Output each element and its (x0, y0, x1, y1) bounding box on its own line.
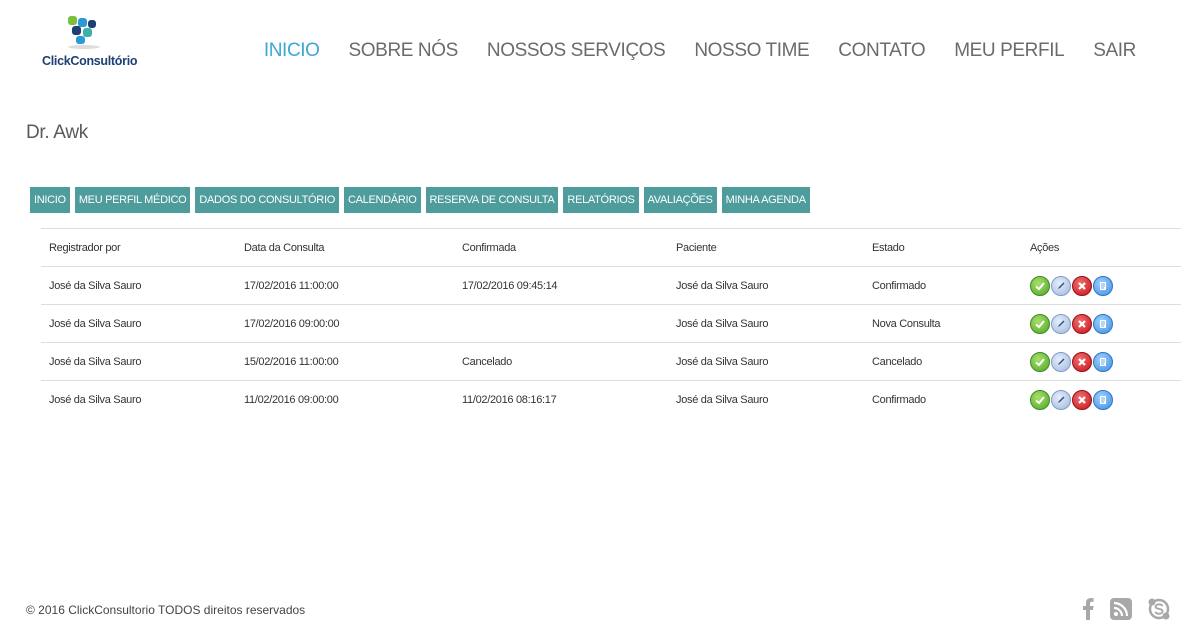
cell-registrador: José da Silva Sauro (41, 266, 236, 305)
cell-registrador: José da Silva Sauro (41, 342, 236, 381)
rss-icon[interactable] (1110, 598, 1132, 620)
cell-actions (1022, 266, 1181, 305)
nav-item-nossos-servicos[interactable]: NOSSOS SERVIÇOS (487, 40, 666, 62)
cell-actions (1022, 304, 1181, 343)
subnav-relatorios[interactable]: RELATÓRIOS (563, 187, 639, 213)
nav-item-nosso-time[interactable]: NOSSO TIME (694, 40, 809, 62)
column-header: Ações (1022, 228, 1181, 267)
table-header-row: Registrador por Data da Consulta Confirm… (41, 228, 1181, 267)
cell-registrador: José da Silva Sauro (41, 380, 236, 418)
nav-item-contato[interactable]: CONTATO (838, 40, 925, 62)
subnav-calendario[interactable]: CALENDÁRIO (343, 187, 421, 213)
main-nav: INICIO SOBRE NÓS NOSSOS SERVIÇOS NOSSO T… (235, 40, 1137, 62)
cell-paciente: José da Silva Sauro (668, 304, 864, 343)
cell-estado: Cancelado (864, 342, 1022, 381)
social-links (1082, 598, 1170, 620)
delete-icon[interactable] (1072, 275, 1092, 296)
column-header: Data da Consulta (236, 228, 454, 267)
cell-data: 11/02/2016 09:00:00 (236, 380, 454, 418)
cell-paciente: José da Silva Sauro (668, 266, 864, 305)
subnav-inicio[interactable]: INICIO (30, 187, 70, 213)
cell-estado: Nova Consulta (864, 304, 1022, 343)
delete-icon[interactable] (1072, 389, 1092, 410)
document-icon[interactable] (1093, 275, 1113, 296)
column-header: Paciente (668, 228, 864, 267)
delete-icon[interactable] (1072, 313, 1092, 334)
subnav-meu-perfil-medico[interactable]: MEU PERFIL MÉDICO (74, 187, 191, 213)
check-icon[interactable] (1030, 313, 1050, 334)
footer-copyright: © 2016 ClickConsultorio TODOS direitos r… (26, 603, 306, 617)
cell-confirmada: 17/02/2016 09:45:14 (454, 266, 668, 305)
table-row: José da Silva Sauro 11/02/2016 09:00:00 … (41, 380, 1181, 418)
facebook-icon[interactable] (1082, 598, 1094, 620)
nav-item-sobre-nos[interactable]: SOBRE NÓS (349, 40, 459, 62)
edit-icon[interactable] (1051, 389, 1071, 410)
check-icon[interactable] (1030, 351, 1050, 372)
subnav-minha-agenda[interactable]: MINHA AGENDA (721, 187, 810, 213)
document-icon[interactable] (1093, 389, 1113, 410)
document-icon[interactable] (1093, 351, 1113, 372)
cell-data: 17/02/2016 09:00:00 (236, 304, 454, 343)
table-row: José da Silva Sauro 15/02/2016 11:00:00 … (41, 342, 1181, 381)
document-icon[interactable] (1093, 313, 1113, 334)
delete-icon[interactable] (1072, 351, 1092, 372)
logo[interactable]: ClickConsultório (40, 14, 140, 74)
logo-icon (68, 16, 100, 49)
cell-confirmada (454, 304, 668, 343)
check-icon[interactable] (1030, 275, 1050, 296)
sub-nav: INICIO MEU PERFIL MÉDICO DADOS DO CONSUL… (30, 187, 815, 213)
column-header: Registrador por (41, 228, 236, 267)
appointments-table: Registrador por Data da Consulta Confirm… (41, 228, 1181, 418)
cell-confirmada: 11/02/2016 08:16:17 (454, 380, 668, 418)
column-header: Estado (864, 228, 1022, 267)
cell-actions (1022, 380, 1181, 418)
edit-icon[interactable] (1051, 313, 1071, 334)
cell-actions (1022, 342, 1181, 381)
cell-confirmada: Cancelado (454, 342, 668, 381)
edit-icon[interactable] (1051, 275, 1071, 296)
subnav-avaliacoes[interactable]: AVALIAÇÕES (643, 187, 717, 213)
nav-item-inicio[interactable]: INICIO (264, 40, 320, 62)
subnav-reserva-de-consulta[interactable]: RESERVA DE CONSULTA (425, 187, 559, 213)
nav-item-sair[interactable]: SAIR (1093, 40, 1136, 62)
subnav-dados-do-consultorio[interactable]: DADOS DO CONSULTÓRIO (195, 187, 339, 213)
cell-estado: Confirmado (864, 380, 1022, 418)
nav-item-meu-perfil[interactable]: MEU PERFIL (954, 40, 1064, 62)
logo-text: ClickConsultório (42, 54, 138, 68)
table-row: José da Silva Sauro 17/02/2016 11:00:00 … (41, 266, 1181, 305)
cell-paciente: José da Silva Sauro (668, 342, 864, 381)
cell-registrador: José da Silva Sauro (41, 304, 236, 343)
page-title: Dr. Awk (26, 122, 88, 143)
cell-data: 15/02/2016 11:00:00 (236, 342, 454, 381)
cell-estado: Confirmado (864, 266, 1022, 305)
check-icon[interactable] (1030, 389, 1050, 410)
edit-icon[interactable] (1051, 351, 1071, 372)
column-header: Confirmada (454, 228, 668, 267)
skype-icon[interactable] (1148, 598, 1170, 620)
cell-data: 17/02/2016 11:00:00 (236, 266, 454, 305)
table-row: José da Silva Sauro 17/02/2016 09:00:00 … (41, 304, 1181, 343)
cell-paciente: José da Silva Sauro (668, 380, 864, 418)
